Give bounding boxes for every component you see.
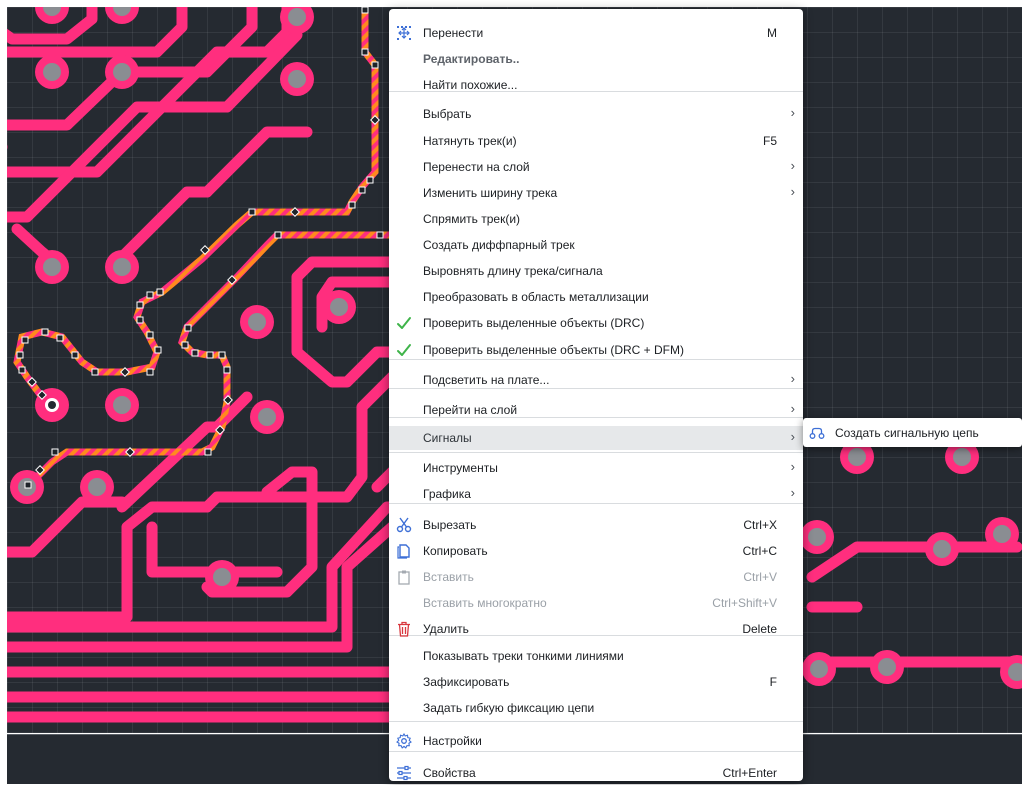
menu-item-label: Перенести на слой (423, 160, 530, 174)
menu-item-label: Свойства (423, 766, 476, 780)
menu-item-label: Выбрать (423, 107, 472, 121)
menu-item-27[interactable]: Свойства Ctrl+Enter (389, 761, 803, 785)
menu-item-9[interactable]: Выровнять длину трека/сигнала (389, 259, 803, 283)
menu-item-label: Графика (423, 487, 471, 501)
menu-item-8[interactable]: Создать диффпарный трек (389, 233, 803, 257)
chevron-right-icon: › (790, 184, 795, 199)
menu-item-label: Создать диффпарный трек (423, 238, 575, 252)
menu-item-label: Вставить многократно (423, 596, 547, 610)
chevron-right-icon: › (790, 371, 795, 386)
menu-item-label: Натянуть трек(и) (423, 134, 517, 148)
menu-item-shortcut: Delete (742, 622, 777, 636)
menu-item-17[interactable]: Графика › (389, 482, 803, 506)
menu-item-shortcut: M (767, 26, 777, 40)
menu-item-24[interactable]: Зафиксировать F (389, 670, 803, 694)
menu-item-13[interactable]: Подсветить на плате... › (389, 368, 803, 392)
gear-icon (395, 732, 413, 750)
chevron-right-icon: › (790, 158, 795, 173)
trash-icon (395, 620, 413, 638)
menu-item-label: Вырезать (423, 518, 477, 532)
menu-item-23[interactable]: Показывать треки тонкими линиями (389, 644, 803, 668)
menu-item-10[interactable]: Преобразовать в область металлизации (389, 285, 803, 309)
menu-item-shortcut: F (769, 675, 777, 689)
create-signal-chain-item[interactable]: Создать сигнальную цепь (835, 426, 979, 440)
menu-item-label: Задать гибкую фиксацию цепи (423, 701, 595, 715)
menu-item-label: Инструменты (423, 461, 498, 475)
menu-item-6[interactable]: Изменить ширину трека › (389, 181, 803, 205)
submenu-signals: Создать сигнальную цепь (803, 418, 1022, 447)
menu-item-25[interactable]: Задать гибкую фиксацию цепи (389, 696, 803, 720)
menu-item-label: Подсветить на плате... (423, 373, 550, 387)
signal-chain-icon (809, 425, 825, 441)
menu-item-20[interactable]: Вставить Ctrl+V (389, 565, 803, 589)
menu-item-label: Выровнять длину трека/сигнала (423, 264, 603, 278)
menu-item-shortcut: Ctrl+Shift+V (712, 596, 777, 610)
menu-item-label: Сигналы (423, 431, 472, 445)
menu-item-7[interactable]: Спрямить трек(и) (389, 207, 803, 231)
menu-item-2[interactable]: Найти похожие... (389, 73, 803, 97)
menu-item-18[interactable]: Вырезать Ctrl+X (389, 513, 803, 537)
menu-item-0[interactable]: Перенести M (389, 21, 803, 45)
menu-item-shortcut: F5 (762, 134, 777, 148)
context-menu: Перенести M Редактировать.. Найти похожие..… (389, 9, 803, 781)
copy-icon (395, 542, 413, 560)
menu-item-12[interactable]: Проверить выделенные объекты (DRC + DFM) (389, 338, 803, 362)
menu-item-21[interactable]: Вставить многократно Ctrl+Shift+V (389, 591, 803, 615)
chevron-right-icon: › (790, 459, 795, 474)
menu-item-shortcut: Ctrl+V (743, 570, 777, 584)
menu-item-22[interactable]: Удалить Delete (389, 617, 803, 641)
menu-item-14[interactable]: Перейти на слой › (389, 398, 803, 422)
menu-item-label: Преобразовать в область металлизации (423, 290, 649, 304)
menu-item-label: Перенести (423, 26, 484, 40)
menu-item-label: Удалить (423, 622, 469, 636)
menu-separator (389, 452, 803, 453)
menu-item-label: Копировать (423, 544, 488, 558)
menu-item-label: Спрямить трек(и) (423, 212, 521, 226)
chevron-right-icon: › (790, 429, 795, 444)
menu-item-label: Показывать треки тонкими линиями (423, 649, 624, 663)
menu-item-label: Проверить выделенные объекты (DRC) (423, 316, 645, 330)
chevron-right-icon: › (790, 105, 795, 120)
menu-item-label: Найти похожие... (423, 78, 518, 92)
menu-item-26[interactable]: Настройки (389, 729, 803, 753)
menu-item-19[interactable]: Копировать Ctrl+C (389, 539, 803, 563)
menu-item-label: Редактировать.. (423, 52, 520, 66)
menu-item-label: Зафиксировать (423, 675, 510, 689)
check-icon (395, 341, 413, 359)
menu-item-4[interactable]: Натянуть трек(и) F5 (389, 129, 803, 153)
menu-item-label: Изменить ширину трека (423, 186, 558, 200)
move-icon (395, 24, 413, 42)
menu-item-shortcut: Ctrl+Enter (722, 766, 777, 780)
menu-item-label: Проверить выделенные объекты (DRC + DFM) (423, 343, 685, 357)
menu-item-16[interactable]: Инструменты › (389, 456, 803, 480)
menu-item-label: Вставить (423, 570, 474, 584)
menu-item-shortcut: Ctrl+C (742, 544, 777, 558)
sliders-icon (395, 764, 413, 782)
scissors-icon (395, 516, 413, 534)
menu-item-11[interactable]: Проверить выделенные объекты (DRC) (389, 311, 803, 335)
chevron-right-icon: › (790, 401, 795, 416)
menu-item-15[interactable]: Сигналы › (389, 426, 803, 450)
menu-item-label: Настройки (423, 734, 482, 748)
check-icon (395, 314, 413, 332)
menu-item-label: Перейти на слой (423, 403, 518, 417)
menu-separator (389, 721, 803, 722)
menu-item-1[interactable]: Редактировать.. (389, 47, 803, 71)
paste-icon (395, 568, 413, 586)
menu-item-shortcut: Ctrl+X (743, 518, 777, 532)
chevron-right-icon: › (790, 485, 795, 500)
menu-item-3[interactable]: Выбрать › (389, 102, 803, 126)
menu-item-5[interactable]: Перенести на слой › (389, 155, 803, 179)
